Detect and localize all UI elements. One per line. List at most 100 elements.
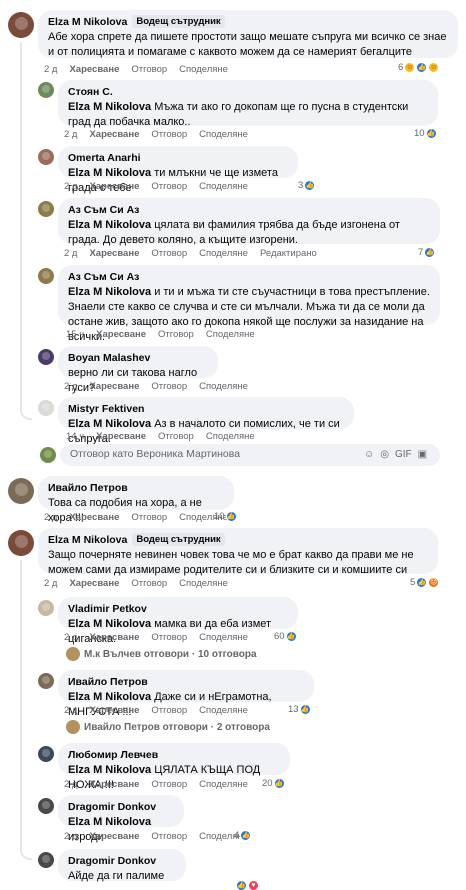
comment-author[interactable]: Аз Съм Си Аз — [68, 270, 139, 285]
share-button[interactable]: Споделяне — [179, 578, 228, 589]
like-button[interactable]: Харесване — [89, 129, 139, 140]
reply-button[interactable]: Отговор — [151, 779, 187, 790]
share-button[interactable]: Споделяне — [199, 129, 248, 140]
reply-button[interactable]: Отговор — [151, 129, 187, 140]
avatar[interactable] — [38, 600, 54, 616]
avatar[interactable] — [38, 82, 54, 98]
comment-time[interactable]: 2 д — [64, 632, 77, 643]
reply-button[interactable]: Отговор — [131, 64, 167, 75]
share-button[interactable]: Споделяне — [199, 381, 248, 392]
reaction-count[interactable]: 7 👍 — [418, 247, 436, 258]
avatar[interactable] — [38, 201, 54, 217]
like-button[interactable]: Харесване — [89, 705, 139, 716]
comment-time[interactable]: 2 д — [64, 779, 77, 790]
like-button[interactable]: Харесване — [89, 381, 139, 392]
mention[interactable]: Elza M Nikolova — [68, 286, 151, 298]
reply-button[interactable]: Отговор — [131, 512, 167, 523]
comment-time[interactable]: 2 д — [44, 64, 57, 75]
gif-icon[interactable]: GIF — [395, 449, 412, 460]
reaction-count[interactable]: 20 👍 — [262, 778, 285, 789]
camera-icon[interactable]: ◎ — [380, 449, 389, 460]
comment-time[interactable]: 2 д — [64, 705, 77, 716]
comment-author[interactable]: Elza M Nikolova — [48, 15, 127, 30]
like-button[interactable]: Харесване — [89, 831, 139, 842]
sticker-icon[interactable]: ▣ — [418, 449, 427, 460]
avatar[interactable] — [8, 478, 34, 504]
avatar[interactable] — [38, 400, 54, 416]
reaction-count[interactable]: 60 👍 — [274, 631, 297, 642]
comment-time[interactable]: 2 д — [64, 129, 77, 140]
comment-author[interactable]: Elza M Nikolova — [48, 533, 127, 548]
reaction-count[interactable]: 10 👍 — [414, 128, 437, 139]
like-button[interactable]: Харесване — [96, 329, 146, 340]
avatar[interactable] — [38, 852, 54, 868]
like-button[interactable]: Харесване — [69, 512, 119, 523]
comment-author[interactable]: Boyan Malashev — [68, 351, 150, 366]
comment-time[interactable]: 15 ч — [66, 329, 84, 340]
reply-button[interactable]: Отговор — [131, 578, 167, 589]
comment-author[interactable]: Vladimir Petkov — [68, 602, 147, 617]
reaction-count[interactable]: 13 👍 — [288, 704, 311, 715]
avatar[interactable] — [8, 530, 34, 556]
comment-author[interactable]: Mistyr Fektiven — [68, 402, 144, 417]
avatar[interactable] — [38, 798, 54, 814]
comment-time[interactable]: 2 д — [64, 181, 77, 192]
comment-time[interactable]: 2 д — [64, 248, 77, 259]
avatar[interactable] — [38, 268, 54, 284]
mention[interactable]: Elza M Nikolova — [68, 101, 151, 113]
reply-button[interactable]: Отговор — [151, 705, 187, 716]
reaction-count[interactable]: 10 👍 — [214, 511, 237, 522]
share-button[interactable]: Споделяне — [179, 64, 228, 75]
like-button[interactable]: Харесване — [89, 632, 139, 643]
like-button[interactable]: Харесване — [89, 181, 139, 192]
mention[interactable]: Elza M Nikolova — [68, 618, 151, 630]
share-button[interactable]: Споделяне — [199, 779, 248, 790]
reaction-count[interactable]: 5 👍 ☹ — [410, 577, 440, 588]
reply-button[interactable]: Отговор — [151, 248, 187, 259]
reply-button[interactable]: Отговор — [151, 381, 187, 392]
comment-time[interactable]: 2 д — [64, 831, 77, 842]
reply-button[interactable]: Отговор — [151, 181, 187, 192]
like-button[interactable]: Харесване — [69, 64, 119, 75]
comment-author[interactable]: Dragomir Donkov — [68, 800, 156, 815]
avatar[interactable] — [38, 746, 54, 762]
share-button[interactable]: Споделяне — [206, 329, 255, 340]
reaction-icons[interactable]: 👍 ♥ — [236, 880, 259, 890]
mention[interactable]: Elza M Nikolova — [68, 167, 151, 179]
reaction-count[interactable]: 3 👍 — [298, 180, 316, 191]
emoji-icon[interactable]: ☺ — [364, 449, 374, 460]
avatar[interactable] — [38, 149, 54, 165]
like-button[interactable]: Харесване — [89, 248, 139, 259]
comment-time[interactable]: 2 д — [44, 512, 57, 523]
comment-author[interactable]: Ивайло Петров — [68, 675, 148, 690]
mention[interactable]: Elza M Nikolova — [68, 764, 151, 776]
comment-author[interactable]: Аз Съм Си Аз — [68, 203, 139, 218]
comment-time[interactable]: 2 д — [64, 381, 77, 392]
view-replies[interactable]: М.к Вълчев отговори · 10 отговора — [66, 647, 257, 661]
reaction-count[interactable]: 4 👍 — [234, 830, 252, 841]
comment-author[interactable]: Ивайло Петров — [48, 481, 128, 496]
avatar[interactable] — [38, 673, 54, 689]
mention[interactable]: Elza M Nikolova — [68, 219, 151, 231]
share-button[interactable]: Споделяне — [199, 248, 248, 259]
like-button[interactable]: Харесване — [69, 578, 119, 589]
avatar[interactable] — [8, 12, 34, 38]
share-button[interactable]: Споделяне — [199, 632, 248, 643]
edited-label[interactable]: Редактирано — [260, 248, 317, 259]
mention[interactable]: Elza M Nikolova — [68, 691, 151, 703]
share-button[interactable]: Споделяне — [199, 181, 248, 192]
share-button[interactable]: Споделяне — [206, 431, 255, 442]
comment-author[interactable]: Любомир Левчев — [68, 748, 158, 763]
comment-author[interactable]: Omerta Anarhi — [68, 151, 141, 166]
reaction-count[interactable]: 6 ☺ 👍 ☺ — [398, 62, 440, 73]
reply-button[interactable]: Отговор — [151, 831, 187, 842]
comment-time[interactable]: 14 ч — [66, 431, 84, 442]
comment-author[interactable]: Dragomir Donkov — [68, 854, 156, 869]
mention[interactable]: Elza M Nikolova — [68, 816, 151, 828]
mention[interactable]: Elza M Nikolova — [68, 418, 151, 430]
comment-author[interactable]: Стоян С. — [68, 85, 113, 100]
like-button[interactable]: Харесване — [96, 431, 146, 442]
share-button[interactable]: Споделяне — [199, 705, 248, 716]
reply-button[interactable]: Отговор — [158, 431, 194, 442]
reply-button[interactable]: Отговор — [151, 632, 187, 643]
